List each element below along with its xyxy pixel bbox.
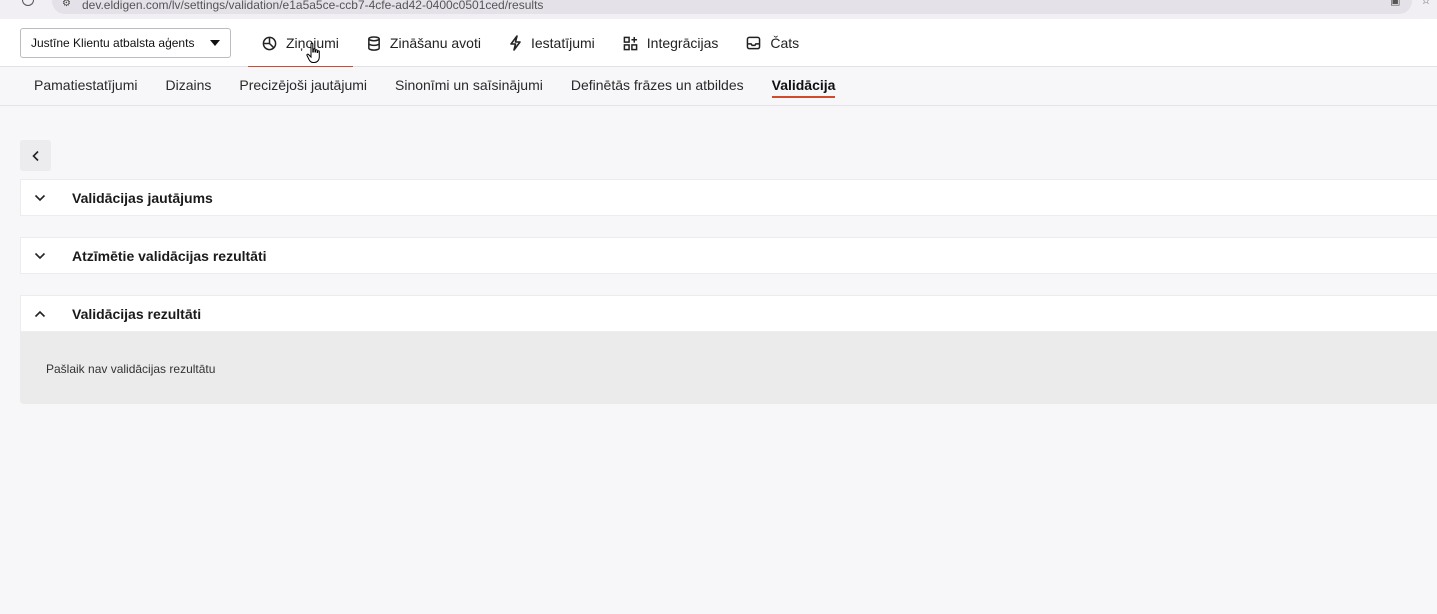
nav-item-label: Ziņojumi bbox=[286, 35, 339, 51]
inbox-icon bbox=[747, 36, 761, 50]
validation-results-body: Pašlaik nav validācijas rezultātu bbox=[20, 332, 1437, 404]
top-bar: Justīne Klientu atbalsta aģents Ziņojumi… bbox=[0, 19, 1437, 68]
translate-icon[interactable]: ▣ bbox=[1390, 0, 1402, 7]
back-button[interactable] bbox=[20, 140, 51, 171]
address-bar[interactable]: ⚙ dev.eldigen.com/lv/settings/validation… bbox=[52, 0, 1412, 14]
lightning-icon bbox=[510, 35, 521, 51]
grid-plus-icon bbox=[623, 36, 638, 50]
tab-defined-phrases[interactable]: Definētās frāzes un atbildes bbox=[571, 67, 744, 106]
nav-item-label: Čats bbox=[770, 35, 800, 51]
tab-synonyms[interactable]: Sinonīmi un saīsinājumi bbox=[395, 67, 543, 106]
caret-down-icon bbox=[210, 40, 220, 46]
tab-clarifying-questions[interactable]: Precizējoši jautājumi bbox=[239, 67, 367, 106]
panel-title: Atzīmētie validācijas rezultāti bbox=[72, 247, 267, 264]
settings-subnav: Pamatiestatījumi Dizains Precizējoši jau… bbox=[0, 67, 1437, 106]
tab-basic-settings[interactable]: Pamatiestatījumi bbox=[34, 67, 137, 106]
panel-flagged-results[interactable]: Atzīmētie validācijas rezultāti bbox=[20, 237, 1437, 274]
chevron-down-icon bbox=[34, 194, 46, 201]
panel-validation-question[interactable]: Validācijas jautājums bbox=[20, 179, 1437, 216]
address-bar-url: dev.eldigen.com/lv/settings/validation/e… bbox=[82, 0, 544, 12]
chevron-up-icon bbox=[34, 310, 46, 317]
tab-design[interactable]: Dizains bbox=[165, 67, 211, 106]
nav-item-label: Zināšanu avoti bbox=[389, 35, 481, 51]
nav-item-reports[interactable]: Ziņojumi bbox=[248, 19, 353, 68]
agent-select-value: Justīne Klientu atbalsta aģents bbox=[31, 36, 195, 50]
bookmark-star-icon[interactable]: ☆ bbox=[1421, 0, 1433, 7]
agent-select[interactable]: Justīne Klientu atbalsta aģents bbox=[20, 28, 231, 58]
nav-item-label: Integrācijas bbox=[646, 35, 719, 51]
browser-chrome: ⚙ dev.eldigen.com/lv/settings/validation… bbox=[0, 0, 1437, 19]
panel-validation-results[interactable]: Validācijas rezultāti bbox=[20, 295, 1437, 332]
chevron-left-icon bbox=[31, 150, 39, 161]
empty-state-text: Pašlaik nav validācijas rezultātu bbox=[46, 362, 216, 376]
panel-title: Validācijas jautājums bbox=[72, 189, 213, 206]
nav-item-label: Iestatījumi bbox=[530, 35, 595, 51]
main-nav: Ziņojumi Zināšanu avoti Iestatījumi Inte… bbox=[248, 19, 813, 68]
pie-chart-icon bbox=[262, 36, 277, 50]
database-icon bbox=[368, 35, 380, 51]
panel-title: Validācijas rezultāti bbox=[72, 305, 202, 322]
site-settings-icon[interactable]: ⚙ bbox=[62, 0, 71, 9]
nav-item-settings[interactable]: Iestatījumi bbox=[495, 19, 609, 67]
reload-icon[interactable] bbox=[22, 0, 34, 6]
nav-item-knowledge-sources[interactable]: Zināšanu avoti bbox=[353, 19, 495, 67]
chevron-down-icon bbox=[34, 252, 46, 259]
nav-item-integrations[interactable]: Integrācijas bbox=[609, 19, 733, 67]
nav-item-chat[interactable]: Čats bbox=[732, 19, 813, 67]
tab-validation[interactable]: Validācija bbox=[771, 67, 835, 106]
